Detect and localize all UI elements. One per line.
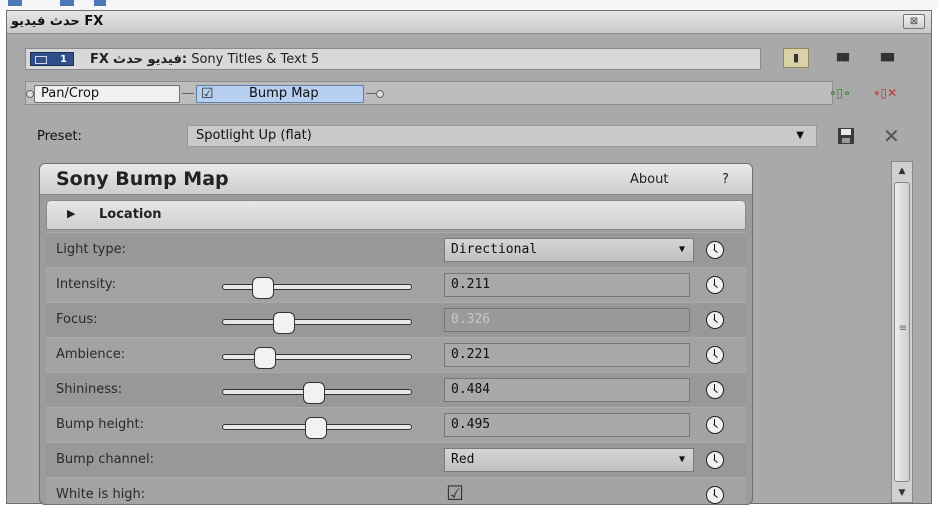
chevron-down-icon: ▼ — [678, 244, 685, 255]
keyframe-clock-icon[interactable] — [706, 346, 724, 364]
param-row-bump-channel: Bump channel: Red ▼ — [46, 442, 746, 477]
preset-value: Spotlight Up (flat) — [196, 128, 312, 143]
focus-field: 0.326 — [444, 308, 690, 332]
chain-output-connector — [376, 90, 384, 98]
top-strip — [0, 0, 938, 10]
slider-thumb[interactable] — [251, 277, 274, 299]
view-single-button[interactable]: ▮ — [783, 48, 809, 68]
chevron-down-icon: ▼ — [678, 454, 685, 465]
param-label: Intensity: — [56, 277, 117, 292]
param-row-focus: Focus: 0.326 — [46, 302, 746, 337]
scroll-thumb[interactable]: ≡ — [894, 182, 910, 482]
bump-channel-value: Red — [451, 452, 475, 467]
chain-number: 1 — [60, 54, 67, 65]
param-label: Shininess: — [56, 382, 123, 397]
intensity-slider[interactable] — [222, 277, 412, 299]
shininess-field[interactable]: 0.484 — [444, 378, 690, 402]
param-label: White is high: — [56, 487, 146, 502]
intensity-field[interactable]: 0.211 — [444, 273, 690, 297]
white-is-high-checkbox-icon[interactable]: ☑ — [446, 481, 464, 504]
top-strip-mark — [94, 0, 106, 6]
plugin-enable-checkbox-icon[interactable]: ☑ — [201, 86, 223, 102]
save-preset-icon[interactable] — [837, 127, 855, 145]
param-label: Light type: — [56, 242, 126, 257]
preset-label: Preset: — [37, 129, 82, 144]
bump-height-field[interactable]: 0.495 — [444, 413, 690, 437]
window-title: حدث فيديو FX — [11, 14, 104, 29]
keyframe-clock-icon[interactable] — [706, 416, 724, 434]
keyframe-clock-icon[interactable] — [706, 241, 724, 259]
title-bar[interactable]: حدث فيديو FX ⊠ — [7, 11, 931, 34]
ambience-slider[interactable] — [222, 347, 412, 369]
slider-thumb[interactable] — [305, 417, 328, 439]
chain-input-connector — [26, 90, 34, 98]
section-label: Location — [99, 207, 162, 222]
slider-thumb[interactable] — [302, 382, 325, 404]
slider-thumb[interactable] — [253, 347, 276, 369]
vertical-scrollbar[interactable]: ▲ ≡ ▼ — [891, 161, 913, 503]
shininess-slider[interactable] — [222, 382, 412, 404]
connector-line — [366, 93, 376, 94]
keyframe-clock-icon[interactable] — [706, 311, 724, 329]
focus-slider[interactable] — [222, 312, 412, 334]
delete-preset-icon[interactable]: ✕ — [883, 124, 900, 148]
connector-line — [182, 93, 194, 94]
expand-triangle-icon[interactable]: ▶ — [67, 207, 75, 220]
preset-dropdown[interactable]: Spotlight Up (flat) ▼ — [187, 125, 817, 147]
grip-icon: ≡ — [898, 323, 908, 334]
view-quad-button[interactable]: ▮▮▮▮ — [873, 48, 899, 68]
param-label: Focus: — [56, 312, 98, 327]
fx-window: حدث فيديو FX ⊠ 1 FX فيديو حدث: Sony Titl… — [6, 10, 932, 505]
view-triple-button[interactable]: ▮▮▮ — [829, 48, 855, 68]
keyframe-clock-icon[interactable] — [706, 276, 724, 294]
light-type-dropdown[interactable]: Directional ▼ — [444, 238, 694, 262]
plugin-chain-header: 1 FX فيديو حدث: Sony Titles & Text 5 — [25, 48, 761, 70]
remove-plugin-icon[interactable]: ∘▯✕ — [873, 86, 897, 100]
param-row-intensity: Intensity: 0.211 — [46, 267, 746, 302]
scroll-up-icon[interactable]: ▲ — [892, 162, 912, 180]
plugin-label: Pan/Crop — [41, 86, 100, 101]
location-section-header[interactable]: ▶ Location — [46, 200, 746, 230]
chain-badge[interactable]: 1 — [30, 52, 74, 66]
slider-thumb[interactable] — [273, 312, 296, 334]
bump-channel-dropdown[interactable]: Red ▼ — [444, 448, 694, 472]
scroll-down-icon[interactable]: ▼ — [892, 484, 912, 502]
plugin-chain-icon[interactable]: ∘▯∘ — [829, 86, 851, 100]
panel-header: Sony Bump Map About ? — [40, 164, 752, 195]
top-strip-mark — [60, 0, 74, 6]
plugin-pan-crop-button[interactable]: Pan/Crop — [34, 85, 180, 103]
plugin-title: Sony Bump Map — [56, 168, 229, 190]
video-icon — [35, 56, 47, 64]
ambience-field[interactable]: 0.221 — [444, 343, 690, 367]
param-row-light-type: Light type: Directional ▼ — [46, 232, 746, 267]
plugin-bump-map-button[interactable]: ☑ Bump Map — [196, 85, 364, 103]
param-label: Bump channel: — [56, 452, 155, 467]
param-row-ambience: Ambience: 0.221 — [46, 337, 746, 372]
param-row-shininess: Shininess: 0.484 — [46, 372, 746, 407]
bump-height-slider[interactable] — [222, 417, 412, 439]
keyframe-clock-icon[interactable] — [706, 451, 724, 469]
chevron-down-icon: ▼ — [796, 130, 804, 141]
keyframe-clock-icon[interactable] — [706, 381, 724, 399]
param-row-white-is-high: White is high: ☑ — [46, 477, 746, 504]
plugin-panel: Sony Bump Map About ? ▶ Location Light t… — [39, 163, 753, 505]
about-button[interactable]: About — [630, 172, 668, 187]
help-button[interactable]: ? — [722, 172, 729, 187]
param-label: Ambience: — [56, 347, 126, 362]
plugin-label: Bump Map — [249, 86, 319, 101]
close-button[interactable]: ⊠ — [903, 14, 925, 29]
chain-title-name: Sony Titles & Text 5 — [191, 52, 320, 67]
chain-title: FX فيديو حدث: Sony Titles & Text 5 — [90, 52, 319, 67]
chain-title-arabic: فيديو حدث: — [113, 52, 188, 67]
keyframe-clock-icon[interactable] — [706, 486, 724, 504]
plugin-chain-row: Pan/Crop ☑ Bump Map — [25, 81, 833, 105]
light-type-value: Directional — [451, 242, 538, 257]
param-label: Bump height: — [56, 417, 145, 432]
chain-title-fx: FX — [90, 52, 109, 67]
param-row-bump-height: Bump height: 0.495 — [46, 407, 746, 442]
top-strip-mark — [8, 0, 22, 6]
